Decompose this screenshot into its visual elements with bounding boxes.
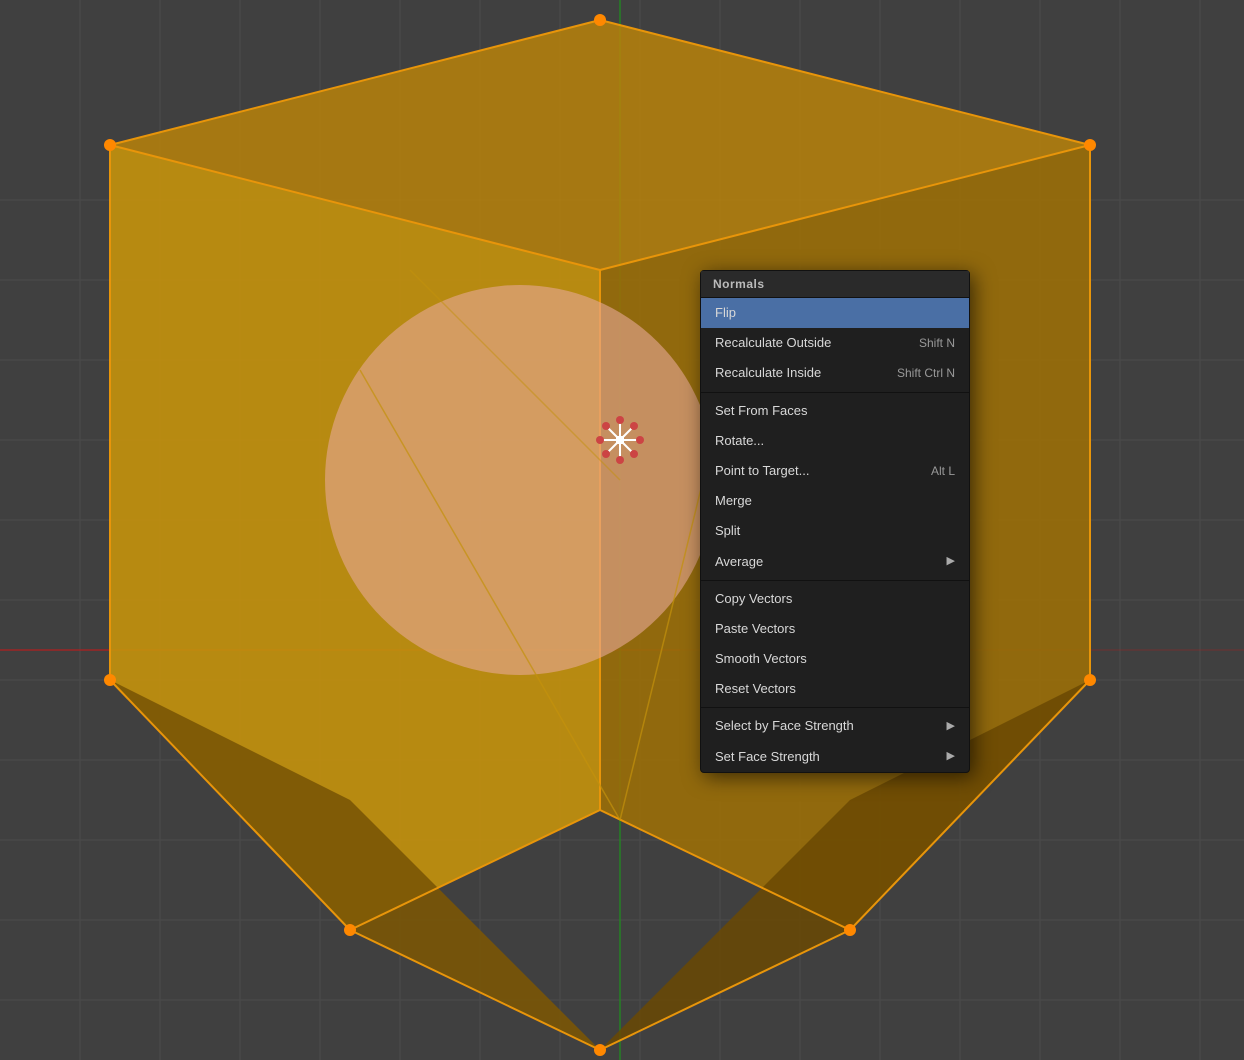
- menu-item-label: Rotate...: [715, 432, 764, 450]
- menu-item-point-to-target[interactable]: Point to Target... Alt L: [701, 456, 969, 486]
- menu-item-label: Copy Vectors: [715, 590, 792, 608]
- menu-item-rotate[interactable]: Rotate...: [701, 426, 969, 456]
- menu-item-copy-vectors[interactable]: Copy Vectors: [701, 584, 969, 614]
- menu-item-label: Set Face Strength: [715, 748, 820, 766]
- menu-shortcut: Alt L: [931, 463, 955, 480]
- scene-svg: [0, 0, 1244, 1060]
- viewport[interactable]: [0, 0, 1244, 1060]
- menu-item-flip[interactable]: Flip: [701, 298, 969, 328]
- context-menu[interactable]: Normals Flip Recalculate Outside Shift N…: [700, 270, 970, 773]
- menu-item-label: Flip: [715, 304, 736, 322]
- menu-item-label: Point to Target...: [715, 462, 809, 480]
- menu-item-average[interactable]: Average ▶: [701, 547, 969, 577]
- menu-item-label: Set From Faces: [715, 402, 807, 420]
- menu-shortcut: Shift N: [919, 335, 955, 352]
- menu-separator: [701, 707, 969, 708]
- menu-item-smooth-vectors[interactable]: Smooth Vectors: [701, 644, 969, 674]
- submenu-arrow-icon: ▶: [947, 719, 955, 734]
- menu-item-paste-vectors[interactable]: Paste Vectors: [701, 614, 969, 644]
- menu-item-select-by-face-strength[interactable]: Select by Face Strength ▶: [701, 711, 969, 741]
- menu-item-set-from-faces[interactable]: Set From Faces: [701, 396, 969, 426]
- menu-item-label: Reset Vectors: [715, 680, 796, 698]
- submenu-arrow-icon: ▶: [947, 554, 955, 569]
- menu-item-label: Select by Face Strength: [715, 717, 854, 735]
- menu-item-label: Smooth Vectors: [715, 650, 807, 668]
- menu-separator: [701, 392, 969, 393]
- menu-item-label: Recalculate Inside: [715, 364, 821, 382]
- menu-item-label: Paste Vectors: [715, 620, 795, 638]
- menu-item-set-face-strength[interactable]: Set Face Strength ▶: [701, 742, 969, 772]
- menu-separator: [701, 580, 969, 581]
- menu-item-recalculate-inside[interactable]: Recalculate Inside Shift Ctrl N: [701, 358, 969, 388]
- menu-shortcut: Shift Ctrl N: [897, 365, 955, 382]
- menu-item-split[interactable]: Split: [701, 516, 969, 546]
- menu-item-label: Average: [715, 553, 763, 571]
- menu-item-merge[interactable]: Merge: [701, 486, 969, 516]
- menu-title: Normals: [701, 271, 969, 298]
- menu-item-reset-vectors[interactable]: Reset Vectors: [701, 674, 969, 704]
- menu-item-label: Merge: [715, 492, 752, 510]
- menu-item-label: Split: [715, 522, 740, 540]
- submenu-arrow-icon: ▶: [947, 749, 955, 764]
- menu-item-recalculate-outside[interactable]: Recalculate Outside Shift N: [701, 328, 969, 358]
- menu-item-label: Recalculate Outside: [715, 334, 831, 352]
